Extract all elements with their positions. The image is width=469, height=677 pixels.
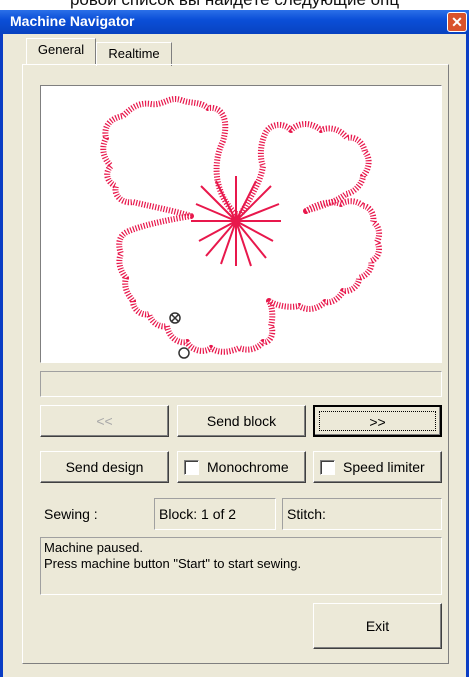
close-button[interactable]: ✕ xyxy=(447,12,467,32)
monochrome-label: Monochrome xyxy=(207,459,289,475)
start-point-icon xyxy=(178,347,190,359)
tab-general[interactable]: General xyxy=(26,38,96,64)
flower-center xyxy=(191,176,281,267)
next-block-button[interactable]: >> xyxy=(313,405,442,437)
monochrome-checkbox[interactable]: Monochrome xyxy=(177,451,306,483)
embroidery-design-canvas xyxy=(100,96,383,359)
title-bar[interactable]: Machine Navigator ✕ xyxy=(0,10,469,34)
focus-rectangle xyxy=(319,411,436,431)
monochrome-checkbox-box[interactable] xyxy=(184,460,199,475)
previous-block-button[interactable]: << xyxy=(40,405,169,437)
progress-bar xyxy=(40,371,442,397)
window-title: Machine Navigator xyxy=(10,13,135,29)
needle-position-icon xyxy=(169,312,181,324)
send-design-button[interactable]: Send design xyxy=(40,451,169,483)
close-icon: ✕ xyxy=(451,14,463,30)
background-page-text: ровой список вы найдёте следующие опц xyxy=(0,0,469,10)
speed-limiter-checkbox-box[interactable] xyxy=(320,460,335,475)
flower-outline xyxy=(100,96,383,355)
speed-limiter-label: Speed limiter xyxy=(343,459,425,475)
speed-limiter-checkbox[interactable]: Speed limiter xyxy=(313,451,442,483)
stitch-counter: Stitch: xyxy=(282,498,442,530)
block-counter: Block: 1 of 2 xyxy=(154,498,276,530)
send-block-button[interactable]: Send block xyxy=(177,405,306,437)
design-preview xyxy=(40,85,442,363)
status-message: Machine paused. Press machine button "St… xyxy=(40,537,442,595)
tab-realtime[interactable]: Realtime xyxy=(96,42,172,66)
exit-button[interactable]: Exit xyxy=(313,603,442,649)
sewing-label: Sewing : xyxy=(44,506,98,522)
